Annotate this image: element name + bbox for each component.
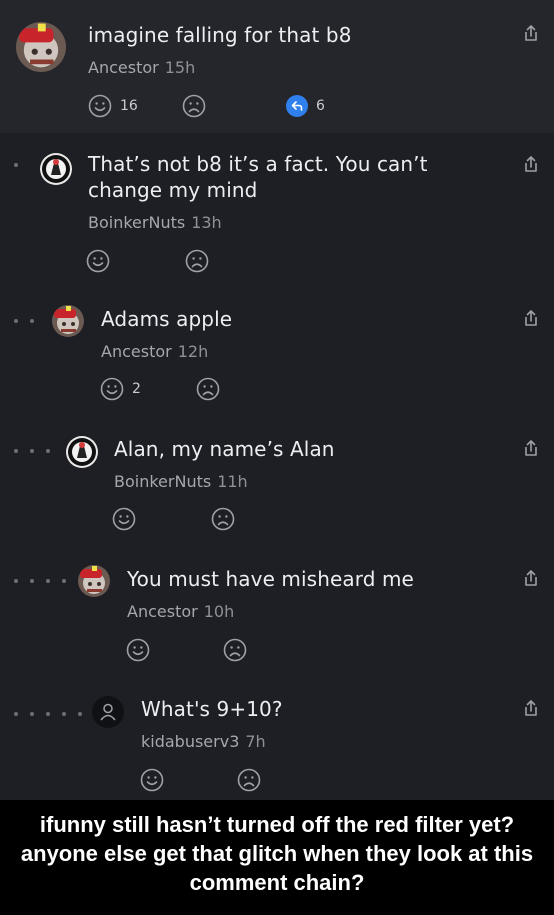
avatar[interactable] — [40, 153, 72, 185]
frown-button[interactable] — [211, 507, 235, 531]
username[interactable]: BoinkerNuts — [88, 213, 185, 232]
smile-button[interactable]: 2 — [100, 377, 141, 401]
timestamp: 10h — [203, 602, 235, 621]
frown-icon — [182, 94, 206, 118]
user-icon — [92, 696, 124, 728]
replies-button[interactable]: 6 — [286, 95, 325, 117]
share-icon[interactable] — [522, 24, 540, 42]
smile-button[interactable] — [126, 638, 150, 662]
frown-icon — [196, 377, 220, 401]
comment-meta: Ancestor 12h — [101, 342, 208, 361]
smile-icon — [126, 638, 150, 662]
frown-button[interactable] — [182, 94, 206, 118]
timestamp: 12h — [177, 342, 209, 361]
frown-button[interactable] — [196, 377, 220, 401]
comment-meta: kidabuserv3 7h — [141, 732, 266, 751]
avatar[interactable] — [78, 565, 110, 597]
smile-button[interactable] — [86, 249, 110, 273]
thread-depth-indicator — [14, 712, 82, 718]
comment: You must have misheard me Ancestor 10h — [0, 543, 554, 673]
comment-meta: BoinkerNuts 11h — [114, 472, 248, 491]
frown-icon — [185, 249, 209, 273]
username[interactable]: Ancestor — [101, 342, 172, 361]
share-icon[interactable] — [522, 439, 540, 457]
timestamp: 7h — [245, 732, 266, 751]
smile-button[interactable] — [140, 768, 164, 792]
avatar[interactable] — [16, 22, 66, 72]
comment-text: What's 9+10? — [141, 697, 283, 721]
comment-text: Adams apple — [101, 307, 233, 331]
smile-icon — [140, 768, 164, 792]
smile-count: 2 — [132, 381, 141, 397]
share-icon[interactable] — [522, 309, 540, 327]
username[interactable]: Ancestor — [88, 58, 159, 77]
avatar[interactable] — [92, 696, 124, 728]
frown-button[interactable] — [223, 638, 247, 662]
comment: imagine falling for that b8 Ancestor 15h … — [0, 0, 554, 133]
avatar[interactable] — [66, 436, 98, 468]
comment-text: imagine falling for that b8 — [88, 23, 352, 47]
comment-meta: BoinkerNuts 13h — [88, 213, 222, 232]
share-icon[interactable] — [522, 699, 540, 717]
comment-meta: Ancestor 10h — [127, 602, 234, 621]
reply-count: 6 — [316, 98, 325, 114]
username[interactable]: BoinkerNuts — [114, 472, 211, 491]
smile-button[interactable] — [112, 507, 136, 531]
comment-text: You must have misheard me — [127, 567, 414, 591]
frown-button[interactable] — [185, 249, 209, 273]
smile-icon — [86, 249, 110, 273]
meme-caption: ifunny still hasn’t turned off the red f… — [20, 812, 534, 895]
frown-icon — [237, 768, 261, 792]
timestamp: 13h — [191, 213, 222, 232]
smile-icon — [100, 377, 124, 401]
avatar[interactable] — [52, 305, 84, 337]
comment-text: Alan, my name’s Alan — [114, 437, 335, 461]
username[interactable]: kidabuserv3 — [141, 732, 239, 751]
frown-button[interactable] — [237, 768, 261, 792]
comment: That’s not b8 it’s a fact. You can’t cha… — [0, 133, 554, 283]
share-icon[interactable] — [522, 155, 540, 173]
comment-meta: Ancestor 15h — [88, 58, 195, 77]
smile-count: 16 — [120, 98, 138, 114]
thread-depth-indicator — [14, 579, 66, 585]
timestamp: 11h — [217, 472, 248, 491]
thread-depth-indicator — [14, 163, 18, 169]
thread-depth-indicator — [14, 449, 50, 455]
frown-icon — [223, 638, 247, 662]
username[interactable]: Ancestor — [127, 602, 198, 621]
comment-text: That’s not b8 it’s a fact. You can’t cha… — [88, 152, 428, 202]
smile-icon — [112, 507, 136, 531]
comment: What's 9+10? kidabuserv3 7h — [0, 673, 554, 800]
reply-icon — [286, 95, 308, 117]
comment-thread: imagine falling for that b8 Ancestor 15h … — [0, 0, 554, 800]
timestamp: 15h — [164, 58, 196, 77]
smile-button[interactable]: 16 — [88, 94, 138, 118]
comment: Adams apple Ancestor 12h 2 — [0, 283, 554, 413]
frown-icon — [211, 507, 235, 531]
share-icon[interactable] — [522, 569, 540, 587]
thread-depth-indicator — [14, 319, 34, 325]
comment: Alan, my name’s Alan BoinkerNuts 11h — [0, 413, 554, 543]
smile-icon — [88, 94, 112, 118]
